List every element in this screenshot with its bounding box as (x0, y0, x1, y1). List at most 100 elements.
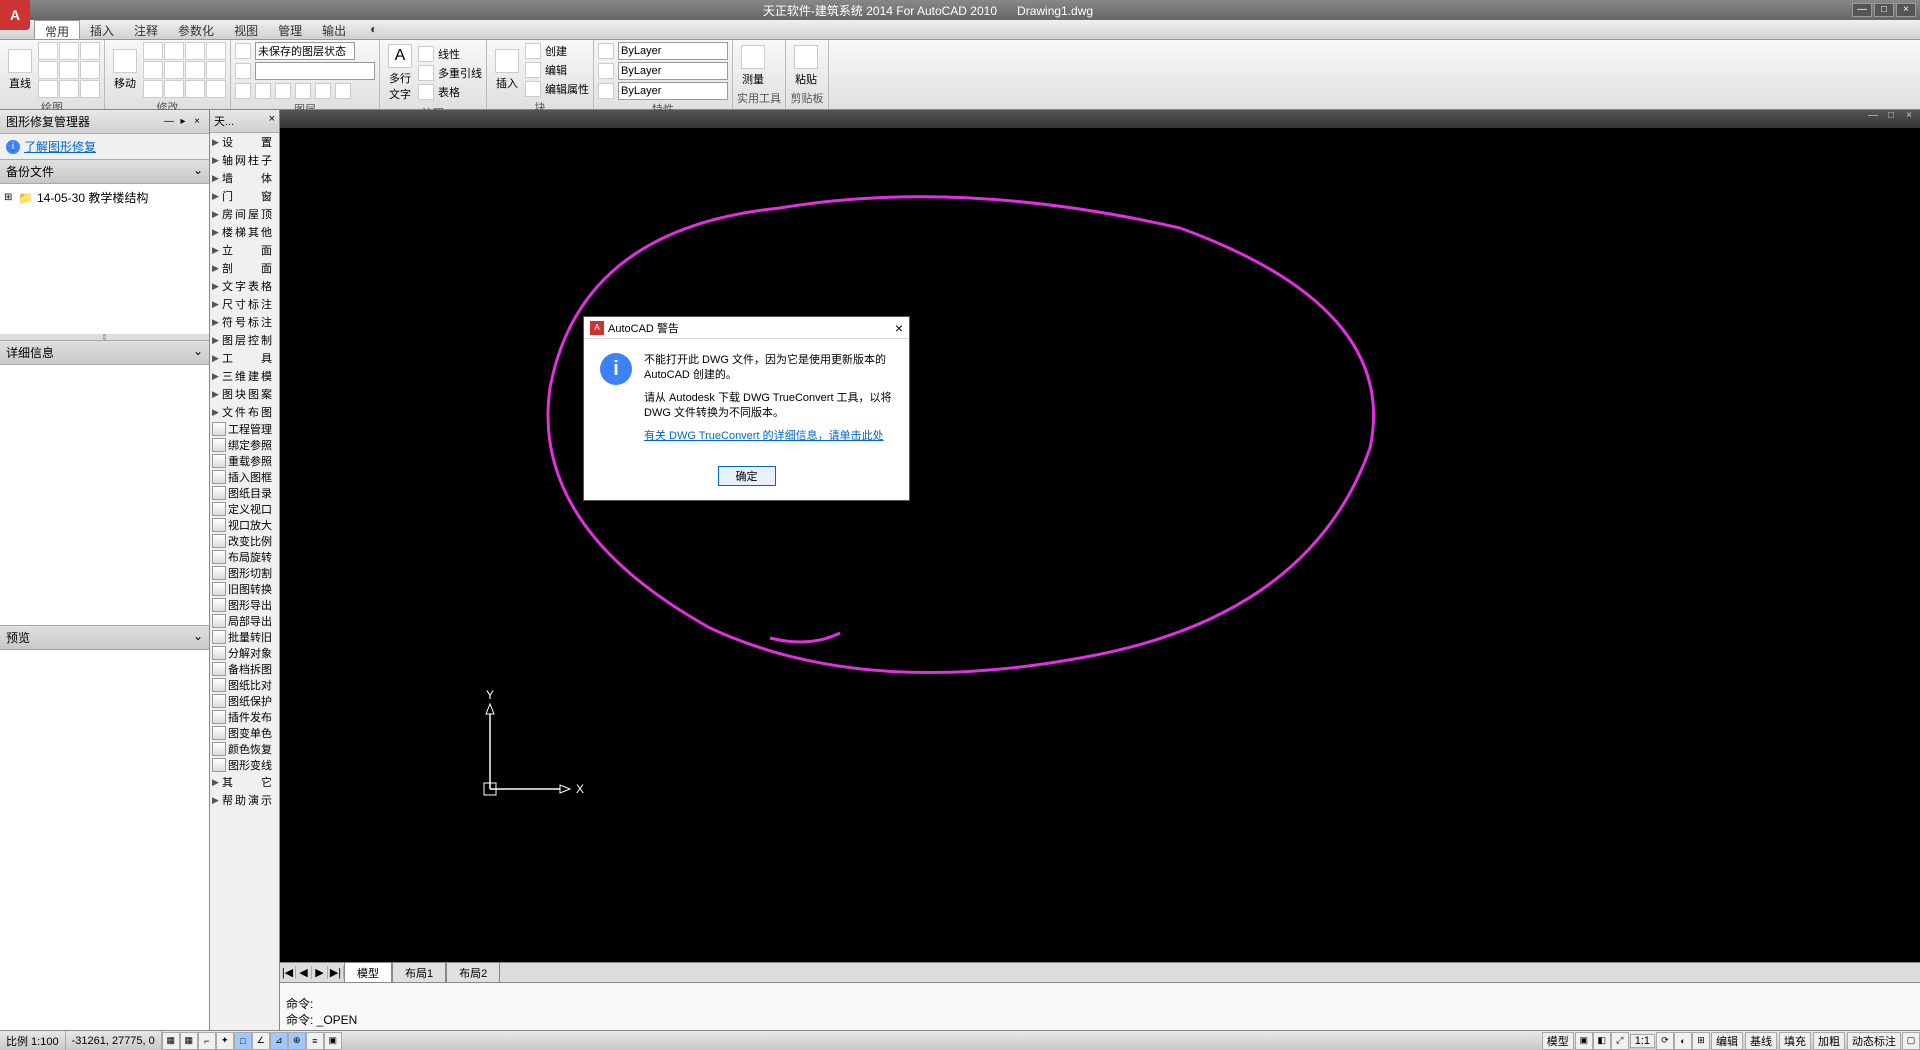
draw-tool[interactable] (38, 61, 58, 79)
draw-tool[interactable] (38, 80, 58, 98)
tab-manage[interactable]: 管理 (268, 20, 312, 39)
tab-parametric[interactable]: 参数化 (168, 20, 224, 39)
modify-tool[interactable] (206, 42, 226, 60)
line-button[interactable]: 直线 (4, 47, 36, 93)
block-edit[interactable]: 编辑 (525, 61, 589, 79)
modify-tool[interactable] (143, 80, 163, 98)
layer-state-combo[interactable]: 未保存的图层状态 (255, 42, 355, 60)
draw-tool[interactable] (80, 61, 100, 79)
status-tool[interactable]: ▣ (1575, 1032, 1593, 1050)
tz-tool[interactable]: 改变比例 (210, 533, 279, 549)
doc-close[interactable]: × (1902, 110, 1916, 128)
tz-tool[interactable]: 绑定参照 (210, 437, 279, 453)
tz-tool[interactable]: 批量转旧 (210, 629, 279, 645)
modify-tool[interactable] (164, 61, 184, 79)
move-button[interactable]: 移动 (109, 47, 141, 93)
tz-category[interactable]: ▶帮助演示 (210, 791, 279, 809)
tz-category[interactable]: ▶楼梯其他 (210, 223, 279, 241)
ortho-toggle[interactable]: ⌐ (198, 1032, 216, 1050)
tz-tool[interactable]: 图变单色 (210, 725, 279, 741)
tab-home[interactable]: 常用 (34, 20, 80, 39)
ok-button[interactable]: 确定 (718, 466, 776, 486)
tz-tool[interactable]: 分解对象 (210, 645, 279, 661)
tz-tool[interactable]: 图纸比对 (210, 677, 279, 693)
tz-category[interactable]: ▶房间屋顶 (210, 205, 279, 223)
measure-button[interactable]: 测量 (737, 43, 769, 89)
model-space-button[interactable]: 模型 (1542, 1032, 1574, 1050)
tz-category[interactable]: ▶三维建模 (210, 367, 279, 385)
expand-icon[interactable]: ⊞ (4, 192, 14, 203)
layer-icon[interactable] (235, 43, 251, 59)
layer-prop-icon[interactable] (235, 63, 251, 79)
dialog-titlebar[interactable]: A AutoCAD 警告 × (584, 317, 909, 339)
tz-tool[interactable]: 定义视口 (210, 501, 279, 517)
collapse-icon[interactable]: ⌄ (193, 344, 203, 361)
tz-tool[interactable]: 局部导出 (210, 613, 279, 629)
trueconvert-link[interactable]: 有关 DWG TrueConvert 的详细信息，请单击此处 (644, 430, 884, 442)
tz-tool[interactable]: 插件发布 (210, 709, 279, 725)
tz-category[interactable]: ▶门 窗 (210, 187, 279, 205)
tz-category[interactable]: ▶工 具 (210, 349, 279, 367)
dim-linear[interactable]: 线性 (418, 45, 482, 63)
tab-next[interactable]: ▶ (312, 966, 328, 979)
mleader[interactable]: 多重引线 (418, 64, 482, 82)
tz-tool[interactable]: 颜色恢复 (210, 741, 279, 757)
color-combo[interactable]: ByLayer (618, 42, 728, 60)
tz-category[interactable]: ▶图块图案 (210, 385, 279, 403)
collapse-icon[interactable]: ⌄ (193, 163, 203, 180)
tab-model[interactable]: 模型 (344, 962, 392, 983)
tz-category[interactable]: ▶轴网柱子 (210, 151, 279, 169)
anno-scale[interactable]: 1:1 (1630, 1034, 1655, 1048)
tree-item[interactable]: ⊞ 📁 14-05-30 教学楼结构 (4, 188, 205, 207)
tz-tool[interactable]: 图纸保护 (210, 693, 279, 709)
layer-tool[interactable] (235, 83, 251, 99)
layer-tool[interactable] (315, 83, 331, 99)
draw-tool[interactable] (38, 42, 58, 60)
tz-category[interactable]: ▶文件布图 (210, 403, 279, 421)
insert-button[interactable]: 插入 (491, 47, 523, 93)
status-hatch[interactable]: 填充 (1779, 1032, 1811, 1050)
lweight-toggle[interactable]: ≡ (306, 1032, 324, 1050)
command-line[interactable]: 命令: 命令: _OPEN (280, 982, 1920, 1030)
draw-tool[interactable] (80, 80, 100, 98)
paste-button[interactable]: 粘贴 (790, 43, 822, 89)
tz-category[interactable]: ▶图层控制 (210, 331, 279, 349)
mtext-button[interactable]: A 多行 文字 (384, 42, 416, 104)
modify-tool[interactable] (206, 61, 226, 79)
tab-annotate[interactable]: 注释 (124, 20, 168, 39)
polar-toggle[interactable]: ✦ (216, 1032, 234, 1050)
draw-tool[interactable] (59, 61, 79, 79)
tz-tool[interactable]: 视口放大 (210, 517, 279, 533)
modify-tool[interactable] (143, 42, 163, 60)
status-edit[interactable]: 编辑 (1711, 1032, 1743, 1050)
maximize-button[interactable]: □ (1874, 3, 1894, 17)
tz-tool[interactable]: 备档拆图 (210, 661, 279, 677)
tz-category[interactable]: ▶文字表格 (210, 277, 279, 295)
tz-category[interactable]: ▶其 它 (210, 773, 279, 791)
tz-tool[interactable]: 重载参照 (210, 453, 279, 469)
status-baseline[interactable]: 基线 (1745, 1032, 1777, 1050)
status-tool[interactable]: ◐ (1674, 1032, 1692, 1050)
modify-tool[interactable] (206, 80, 226, 98)
close-button[interactable]: × (1896, 3, 1916, 17)
tab-layout2[interactable]: 布局2 (446, 962, 500, 983)
tab-view[interactable]: 视图 (224, 20, 268, 39)
tz-list[interactable]: ▶设 置▶轴网柱子▶墙 体▶门 窗▶房间屋顶▶楼梯其他▶立 面▶剖 面▶文字表格… (210, 133, 279, 1030)
lineweight-combo[interactable]: ByLayer (618, 82, 728, 100)
tz-close[interactable]: × (269, 113, 275, 129)
ducs-toggle[interactable]: ⊿ (270, 1032, 288, 1050)
layer-tool[interactable] (255, 83, 271, 99)
tz-category[interactable]: ▶立 面 (210, 241, 279, 259)
ltype-icon[interactable] (598, 63, 614, 79)
app-logo[interactable]: A (0, 0, 30, 30)
doc-min[interactable]: — (1866, 110, 1880, 128)
minimize-button[interactable]: — (1852, 3, 1872, 17)
collapse-icon[interactable]: ⌄ (193, 629, 203, 646)
tab-layout1[interactable]: 布局1 (392, 962, 446, 983)
panel-pin-button[interactable]: ▸ (177, 116, 189, 127)
layer-tool[interactable] (335, 83, 351, 99)
status-tool[interactable]: ⟳ (1656, 1032, 1674, 1050)
status-tool[interactable]: ◧ (1593, 1032, 1611, 1050)
tz-tool[interactable]: 图纸目录 (210, 485, 279, 501)
block-create[interactable]: 创建 (525, 42, 589, 60)
